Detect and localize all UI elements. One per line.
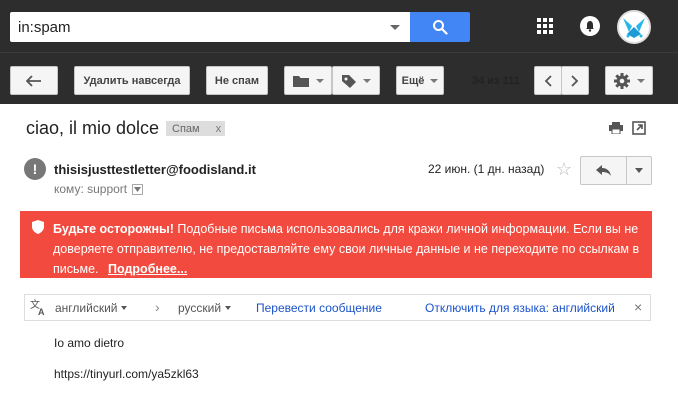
- gear-icon: [614, 72, 630, 89]
- svg-text:A: A: [38, 307, 45, 316]
- warning-title: Будьте осторожны!: [53, 222, 174, 236]
- folder-icon: [293, 75, 309, 87]
- labels-button[interactable]: [332, 66, 380, 95]
- disable-translation-link[interactable]: Отключить для языка: английский: [425, 301, 615, 315]
- search-box[interactable]: [10, 12, 410, 42]
- translate-bar: 文 A английский › русский Перевести сообщ…: [24, 294, 651, 321]
- back-arrow-icon: [26, 74, 41, 87]
- remove-label-button[interactable]: x: [210, 123, 222, 135]
- chevron-down-icon: [363, 78, 371, 83]
- chevron-right-icon: [571, 74, 579, 87]
- chevron-down-icon: [121, 306, 128, 310]
- search-input[interactable]: [10, 12, 380, 42]
- label-tag-icon: [342, 74, 356, 88]
- target-language-select[interactable]: русский: [178, 301, 232, 315]
- message-subject: ciao, il mio dolce: [26, 118, 160, 138]
- shield-icon: [32, 220, 44, 234]
- delete-forever-label: Удалить навсегда: [83, 74, 181, 87]
- chevron-down-icon: [316, 78, 324, 83]
- not-spam-button[interactable]: Не спам: [206, 66, 268, 95]
- phishing-warning-banner: Будьте осторожны! Подобные письма исполь…: [20, 211, 652, 278]
- back-button[interactable]: [10, 66, 58, 95]
- more-actions-button[interactable]: Ещё: [396, 66, 444, 95]
- chevron-down-icon: [637, 78, 645, 83]
- recipient-line: кому: support: [54, 182, 144, 196]
- learn-more-link[interactable]: Подробнее...: [108, 262, 187, 276]
- not-spam-label: Не спам: [214, 74, 260, 87]
- warning-text: Будьте осторожны! Подобные письма исполь…: [53, 219, 645, 279]
- source-language-select[interactable]: английский: [55, 301, 128, 315]
- translate-arrow-icon: ›: [155, 299, 160, 315]
- bell-icon: [586, 21, 594, 32]
- chevron-down-icon: [430, 78, 439, 83]
- source-language-label: английский: [55, 301, 118, 315]
- chevron-down-icon: [635, 168, 643, 173]
- chevron-down-icon: [225, 306, 232, 310]
- top-bar: [0, 0, 678, 52]
- older-button[interactable]: [561, 66, 589, 95]
- sender-email[interactable]: thisisjusttestletter@foodisland.it: [54, 162, 256, 177]
- search-button[interactable]: [410, 12, 470, 42]
- chevron-down-icon: [134, 186, 142, 192]
- recipient-text: кому: support: [54, 182, 128, 196]
- avatar[interactable]: [617, 10, 651, 44]
- message-more-button[interactable]: [626, 156, 652, 185]
- translate-icon: 文 A: [30, 298, 45, 316]
- apps-grid-icon[interactable]: [537, 18, 553, 34]
- reply-button[interactable]: [580, 156, 627, 185]
- open-in-new-window-icon[interactable]: [632, 121, 646, 135]
- message-date: 22 июн. (1 дн. назад): [428, 162, 545, 176]
- search-options-caret-icon[interactable]: [390, 25, 400, 30]
- message-body-line: Io amo dietro: [54, 336, 125, 350]
- close-translate-bar-button[interactable]: ×: [634, 299, 642, 315]
- sender-warning-icon: !: [24, 158, 46, 180]
- spam-label-text: Спам: [172, 122, 200, 135]
- target-language-label: русский: [178, 301, 222, 315]
- toolbar: Удалить навсегда Не спам Ещё 34 из 111: [0, 52, 678, 104]
- chevron-left-icon: [544, 74, 552, 87]
- more-label: Ещё: [401, 74, 425, 87]
- notifications-button[interactable]: [580, 16, 600, 36]
- star-icon[interactable]: ☆: [556, 159, 572, 179]
- page-counter: 34 из 111: [472, 75, 520, 87]
- print-icon[interactable]: [609, 122, 623, 134]
- move-to-button[interactable]: [284, 66, 332, 95]
- newer-button[interactable]: [534, 66, 562, 95]
- reply-icon: [595, 164, 611, 176]
- search-icon: [433, 20, 448, 35]
- translate-message-link[interactable]: Перевести сообщение: [256, 301, 382, 315]
- spam-label-chip[interactable]: Спам x: [166, 121, 226, 136]
- show-details-button[interactable]: [132, 183, 144, 195]
- settings-button[interactable]: [605, 66, 653, 95]
- avatar-image-icon: [619, 12, 649, 42]
- delete-forever-button[interactable]: Удалить навсегда: [74, 66, 190, 95]
- message-body-link[interactable]: https://tinyurl.com/ya5zkl63: [54, 367, 199, 381]
